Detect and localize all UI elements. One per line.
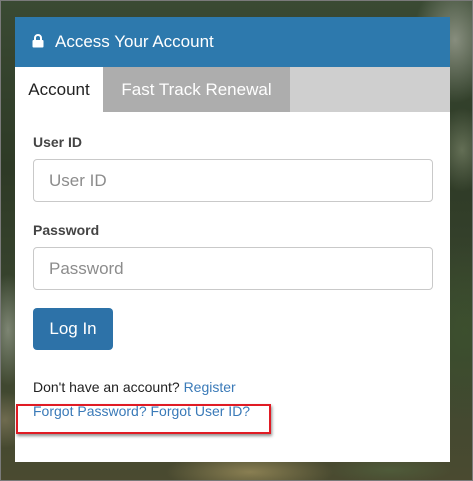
register-prompt: Don't have an account? [33,379,180,395]
login-button[interactable]: Log In [33,308,113,350]
register-link[interactable]: Register [184,379,236,395]
card-title: Access Your Account [55,32,214,51]
password-label: Password [33,222,100,238]
forgot-password-link[interactable]: Forgot Password? [33,403,147,419]
register-line: Don't have an account? Register [33,379,432,395]
forgot-links: Forgot Password? Forgot User ID? [33,403,432,419]
tab-bar: Account Fast Track Renewal [15,67,450,112]
forgot-user-id-link[interactable]: Forgot User ID? [151,403,251,419]
password-input[interactable] [33,247,433,290]
user-id-label: User ID [33,134,83,150]
card-header: Access Your Account [15,17,450,67]
login-form: User ID Password Log In Don't have an ac… [15,135,450,419]
lock-icon [32,34,44,48]
tab-account[interactable]: Account [15,67,103,112]
login-card: Access Your Account Account Fast Track R… [15,17,450,462]
tab-fast-track-renewal[interactable]: Fast Track Renewal [103,67,290,112]
user-id-input[interactable] [33,159,433,202]
